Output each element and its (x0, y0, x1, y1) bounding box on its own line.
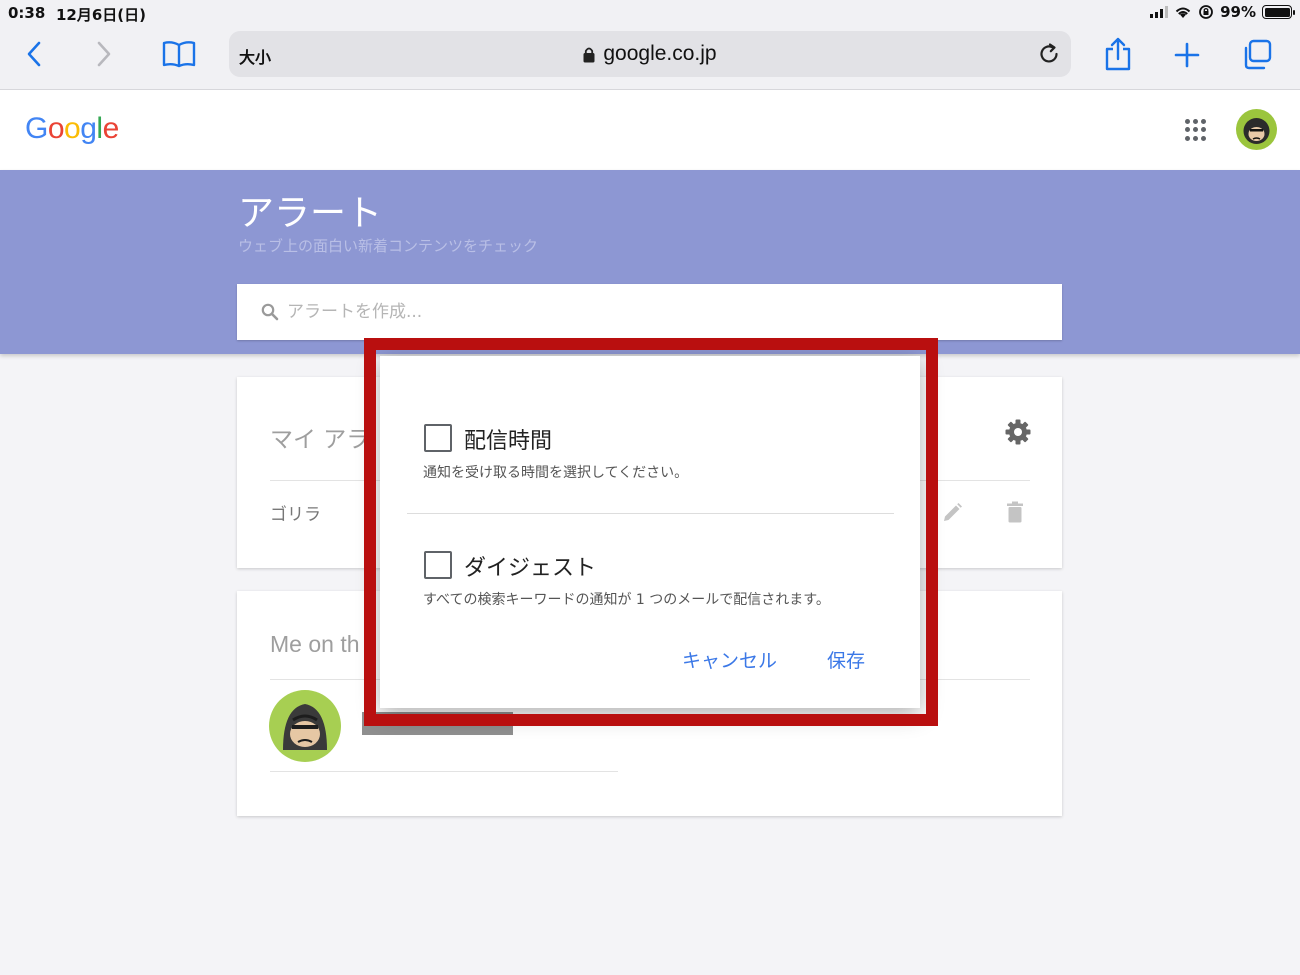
gear-icon (1005, 419, 1031, 445)
back-button[interactable] (22, 40, 46, 68)
create-alert-box[interactable] (237, 284, 1062, 340)
logo-letter: G (25, 112, 48, 145)
google-apps-icon[interactable] (1185, 119, 1207, 141)
google-header: Google (0, 90, 1300, 170)
gorilla-avatar-icon (283, 704, 327, 750)
lock-icon (583, 47, 595, 62)
reload-button[interactable] (1037, 42, 1061, 70)
url-display[interactable]: google.co.jp (229, 42, 1071, 66)
profile-avatar (269, 690, 341, 762)
logo-letter: o (47, 112, 65, 145)
page-subtitle: ウェブ上の面白い新着コンテンツをチェック (238, 237, 539, 255)
save-button[interactable]: 保存 (827, 646, 865, 673)
edit-alert-button[interactable] (941, 502, 963, 528)
battery-icon (1262, 5, 1295, 19)
status-indicators: 99% (1150, 3, 1295, 21)
status-date: 12月6日(日) (56, 6, 147, 24)
alert-item-label[interactable]: ゴリラ (270, 500, 321, 525)
divider (270, 771, 618, 772)
book-icon (162, 41, 196, 68)
digest-checkbox[interactable] (424, 551, 452, 579)
tabs-icon (1244, 39, 1272, 70)
wifi-icon (1175, 7, 1191, 18)
digest-description: すべての検索キーワードの通知が 1 つのメールで配信されます。 (423, 592, 830, 608)
delete-alert-button[interactable] (1007, 501, 1023, 527)
logo-letter: g (80, 112, 97, 145)
digest-label[interactable]: ダイジェスト (464, 550, 596, 582)
dialog-divider (407, 513, 894, 514)
search-icon (261, 303, 279, 321)
forward-button[interactable] (92, 40, 116, 68)
redacted-name (362, 712, 513, 735)
address-bar[interactable]: 大小 google.co.jp (229, 31, 1071, 77)
settings-button[interactable] (1005, 419, 1031, 449)
trash-icon (1007, 501, 1023, 523)
pencil-icon (944, 503, 962, 521)
new-tab-button[interactable] (1172, 40, 1202, 70)
orientation-lock-icon (1199, 5, 1213, 19)
share-button[interactable] (1102, 36, 1134, 72)
account-avatar[interactable] (1236, 109, 1277, 150)
delivery-options-dialog: 配信時間 通知を受け取る時間を選択してください。 ダイジェスト すべての検索キー… (380, 356, 920, 708)
cancel-button[interactable]: キャンセル (682, 646, 777, 673)
status-bar: 0:38 12月6日(日) 99% (0, 0, 1300, 26)
bookmarks-button[interactable] (160, 38, 198, 70)
create-alert-input[interactable] (287, 299, 1027, 325)
page-title: アラート (238, 193, 383, 234)
battery-percent: 99% (1220, 3, 1256, 21)
delivery-time-description: 通知を受け取る時間を選択してください。 (423, 465, 689, 481)
share-icon (1105, 37, 1131, 71)
chevron-right-icon (97, 41, 111, 67)
delivery-time-label[interactable]: 配信時間 (464, 423, 552, 455)
plus-icon (1174, 42, 1200, 68)
logo-letter: o (64, 112, 81, 145)
browser-toolbar: 大小 google.co.jp (0, 26, 1300, 90)
logo-letter: e (102, 112, 120, 145)
my-alerts-title: マイ アラ (270, 427, 370, 453)
gorilla-avatar-icon (1243, 118, 1270, 144)
reload-icon (1040, 43, 1058, 63)
cellular-signal-icon (1150, 6, 1169, 18)
delivery-time-checkbox[interactable] (424, 424, 452, 452)
url-text: google.co.jp (603, 42, 717, 65)
tabs-button[interactable] (1240, 38, 1274, 72)
alerts-banner: アラート ウェブ上の面白い新着コンテンツをチェック (0, 170, 1300, 354)
me-on-web-title: Me on th (270, 631, 360, 657)
google-logo[interactable]: Google (25, 112, 119, 146)
status-time: 0:38 (8, 4, 46, 22)
chevron-left-icon (27, 41, 41, 67)
